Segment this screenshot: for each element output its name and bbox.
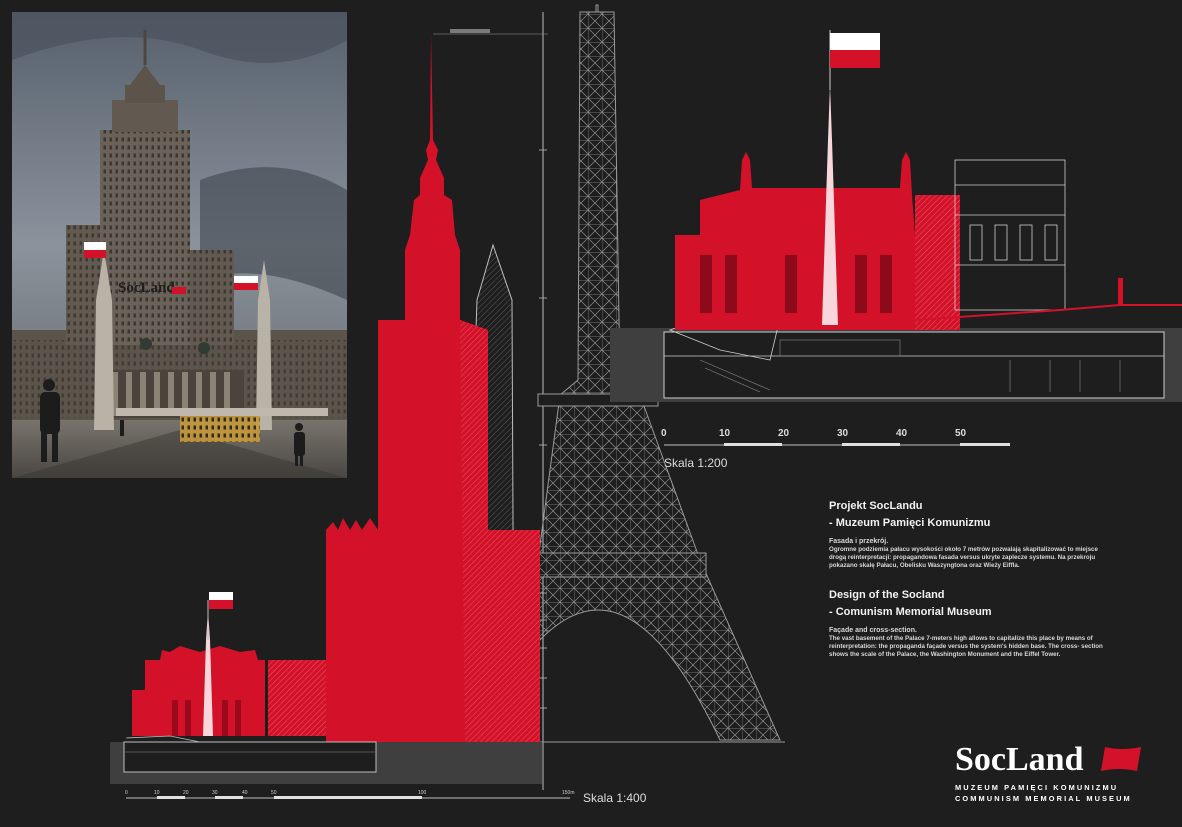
- scale-200-tick: 40: [896, 428, 908, 439]
- body-en-line1: The vast basement of the Palace 7-meters…: [829, 635, 1093, 642]
- scale-400-tick: 30: [212, 790, 218, 796]
- logo-tagline-en: COMMUNISM MEMORIAL MUSEUM: [955, 794, 1132, 803]
- scale-400-tick: 20: [183, 790, 189, 796]
- body-en-line3: shows the scale of the Palace, the Washi…: [829, 651, 1061, 659]
- subtitle-pl: Fasada i przekrój.: [829, 538, 889, 545]
- title-pl-line2: - Muzeum Pamięci Komunizmu: [829, 517, 991, 529]
- description-english: Design of the Socland - Comunism Memoria…: [829, 587, 1129, 660]
- scale-400-tick: 10: [154, 790, 160, 796]
- body-pl-line1: Ogromne podziemia pałacu wysokości około…: [829, 546, 1098, 553]
- palace-facade-200: [675, 30, 960, 330]
- body-pl-line3: pokazano skalę Pałacu, Obelisku Waszyngt…: [829, 562, 1020, 570]
- scale-bar-200: [664, 443, 1010, 446]
- palace-photo: SocLand: [12, 12, 347, 478]
- small-palace-elevation: [132, 592, 326, 736]
- title-en-line2: - Comunism Memorial Museum: [829, 606, 992, 618]
- scale-200-label: Skala 1:200: [664, 456, 728, 470]
- palace-facade-outline: [954, 159, 1066, 311]
- scale-200-tick: 0: [661, 428, 667, 439]
- subtitle-en: Façade and cross-section.: [829, 627, 917, 634]
- scale-400-tick: 100: [418, 790, 427, 796]
- scale-400-tick: 0: [125, 790, 128, 796]
- scale-bar-400: [126, 796, 570, 799]
- description-polish: Projekt SocLandu - Muzeum Pamięci Komuni…: [829, 498, 1129, 571]
- photo-sign-text: SocLand: [118, 280, 175, 296]
- scale-400-label: Skala 1:400: [583, 791, 647, 805]
- scale-400-tick: 150m: [562, 790, 575, 796]
- scale-200-tick: 10: [719, 428, 731, 439]
- socland-logo: SocLand MUZEUM PAMIĘCI KOMUNIZMU COMMUNI…: [955, 740, 1145, 808]
- scale-400-tick: 50: [271, 790, 277, 796]
- poster-drawing: SocLand: [12, 4, 1182, 799]
- logo-tagline-pl: MUZEUM PAMIĘCI KOMUNIZMU: [955, 783, 1119, 792]
- scale-200-tick: 20: [778, 428, 790, 439]
- title-pl-line1: Projekt SocLandu: [829, 500, 923, 512]
- logo-wordmark: SocLand: [955, 741, 1084, 778]
- scale-200-tick: 30: [837, 428, 849, 439]
- scale-200-tick: 50: [955, 428, 967, 439]
- elevation-200: [610, 30, 1182, 446]
- scale-400-tick: 40: [242, 790, 248, 796]
- flag-icon: [1101, 747, 1141, 771]
- title-en-line1: Design of the Socland: [829, 589, 945, 601]
- body-en-line2: reinterpretation: the propaganda façade …: [829, 643, 1103, 651]
- small-basement: [110, 735, 542, 784]
- body-pl-line2: drogą reinterpretacji: propagandowa fasa…: [829, 554, 1096, 562]
